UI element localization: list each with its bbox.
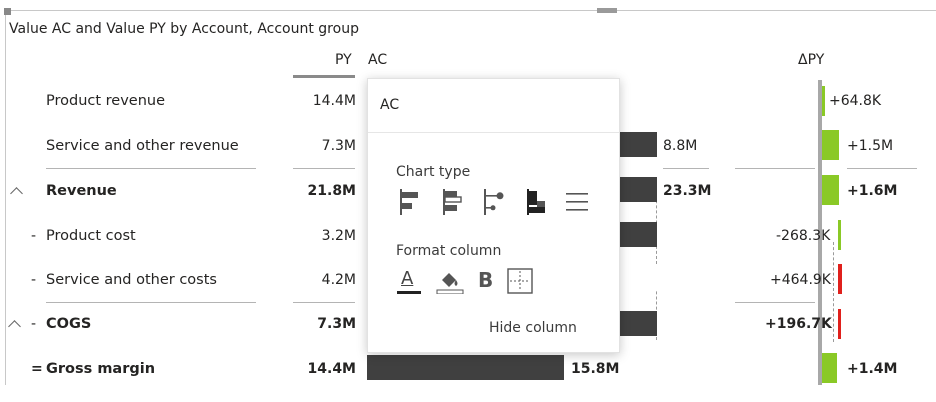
hidden-lines-icon[interactable] <box>566 189 588 215</box>
chart-type-label: Chart type <box>396 164 471 180</box>
delta-bar <box>822 175 839 205</box>
row-separator <box>735 302 815 303</box>
delta-value: -268.3K <box>776 228 831 244</box>
py-value: 3.2M <box>321 228 356 244</box>
delta-bar <box>838 220 841 250</box>
py-value: 7.3M <box>317 316 356 332</box>
delta-bar <box>822 353 837 383</box>
row-separator <box>46 168 256 169</box>
delta-value: +464.9K <box>770 272 831 288</box>
delta-bar <box>838 264 842 294</box>
row-prefix: - <box>31 272 37 288</box>
delta-value: +196.7K <box>765 316 832 332</box>
ac-bar <box>618 132 657 157</box>
row-prefix: - <box>31 316 37 332</box>
delta-value: +1.4M <box>847 361 898 377</box>
hide-column-button[interactable]: Hide column <box>489 320 577 336</box>
delta-bar <box>822 86 825 116</box>
popup-divider <box>368 132 619 133</box>
border-icon[interactable] <box>507 268 533 294</box>
row-separator <box>293 302 355 303</box>
ac-bar <box>367 355 564 380</box>
bar-overlap-icon[interactable] <box>441 189 463 215</box>
py-value: 21.8M <box>307 183 356 199</box>
visual-top-border <box>5 10 936 11</box>
font-color-icon[interactable]: A <box>396 268 422 294</box>
row-label: Revenue <box>46 183 117 199</box>
row-label: Product cost <box>46 228 136 244</box>
ac-bar <box>618 222 657 247</box>
waterfall-chart-icon[interactable] <box>525 189 547 215</box>
py-value: 14.4M <box>312 93 356 109</box>
ac-value: 8.8M <box>663 138 698 154</box>
ac-bar <box>618 177 657 202</box>
column-header-delta-py[interactable]: ΔPY <box>798 52 824 68</box>
py-header-underline <box>293 75 355 78</box>
popup-title: AC <box>380 97 400 113</box>
delta-bar <box>838 309 841 339</box>
delta-value: +1.5M <box>847 138 894 154</box>
ac-bar <box>618 266 657 291</box>
row-label: Service and other costs <box>46 272 217 288</box>
py-value: 4.2M <box>321 272 356 288</box>
delta-value: +1.6M <box>847 183 898 199</box>
pin-chart-icon[interactable] <box>482 189 504 215</box>
bold-glyph: B <box>478 268 494 292</box>
ac-value: 23.3M <box>663 183 712 199</box>
row-separator <box>735 168 815 169</box>
row-separator <box>46 302 256 303</box>
visual-title: Value AC and Value PY by Account, Accoun… <box>9 21 359 37</box>
delta-value: +64.8K <box>829 93 882 109</box>
ac-bar <box>618 311 657 336</box>
font-color-glyph: A <box>401 268 414 289</box>
row-prefix: - <box>31 228 37 244</box>
row-prefix: = <box>31 361 43 377</box>
collapse-caret-icon[interactable] <box>8 320 21 333</box>
ac-value: 15.8M <box>571 361 620 377</box>
collapse-caret-icon[interactable] <box>10 187 23 200</box>
resize-handle-top-left[interactable] <box>4 8 11 15</box>
row-separator <box>847 168 917 169</box>
row-separator <box>663 168 709 169</box>
row-label: COGS <box>46 316 92 332</box>
row-label: Gross margin <box>46 361 156 377</box>
row-separator <box>293 168 355 169</box>
format-column-label: Format column <box>396 243 502 259</box>
fill-color-icon[interactable] <box>436 268 464 295</box>
py-value: 7.3M <box>321 138 356 154</box>
bar-chart-icon[interactable] <box>398 189 420 215</box>
row-label: Service and other revenue <box>46 138 239 154</box>
delta-bar <box>822 130 839 160</box>
column-header-py[interactable]: PY <box>335 52 352 68</box>
drag-handle-top[interactable] <box>597 8 617 13</box>
bold-icon[interactable]: B <box>476 268 498 294</box>
py-value: 14.4M <box>307 361 356 377</box>
column-options-popup: AC Chart type Format column A B Hide col… <box>367 78 620 353</box>
row-label: Product revenue <box>46 93 166 109</box>
column-header-ac[interactable]: AC <box>368 52 387 68</box>
